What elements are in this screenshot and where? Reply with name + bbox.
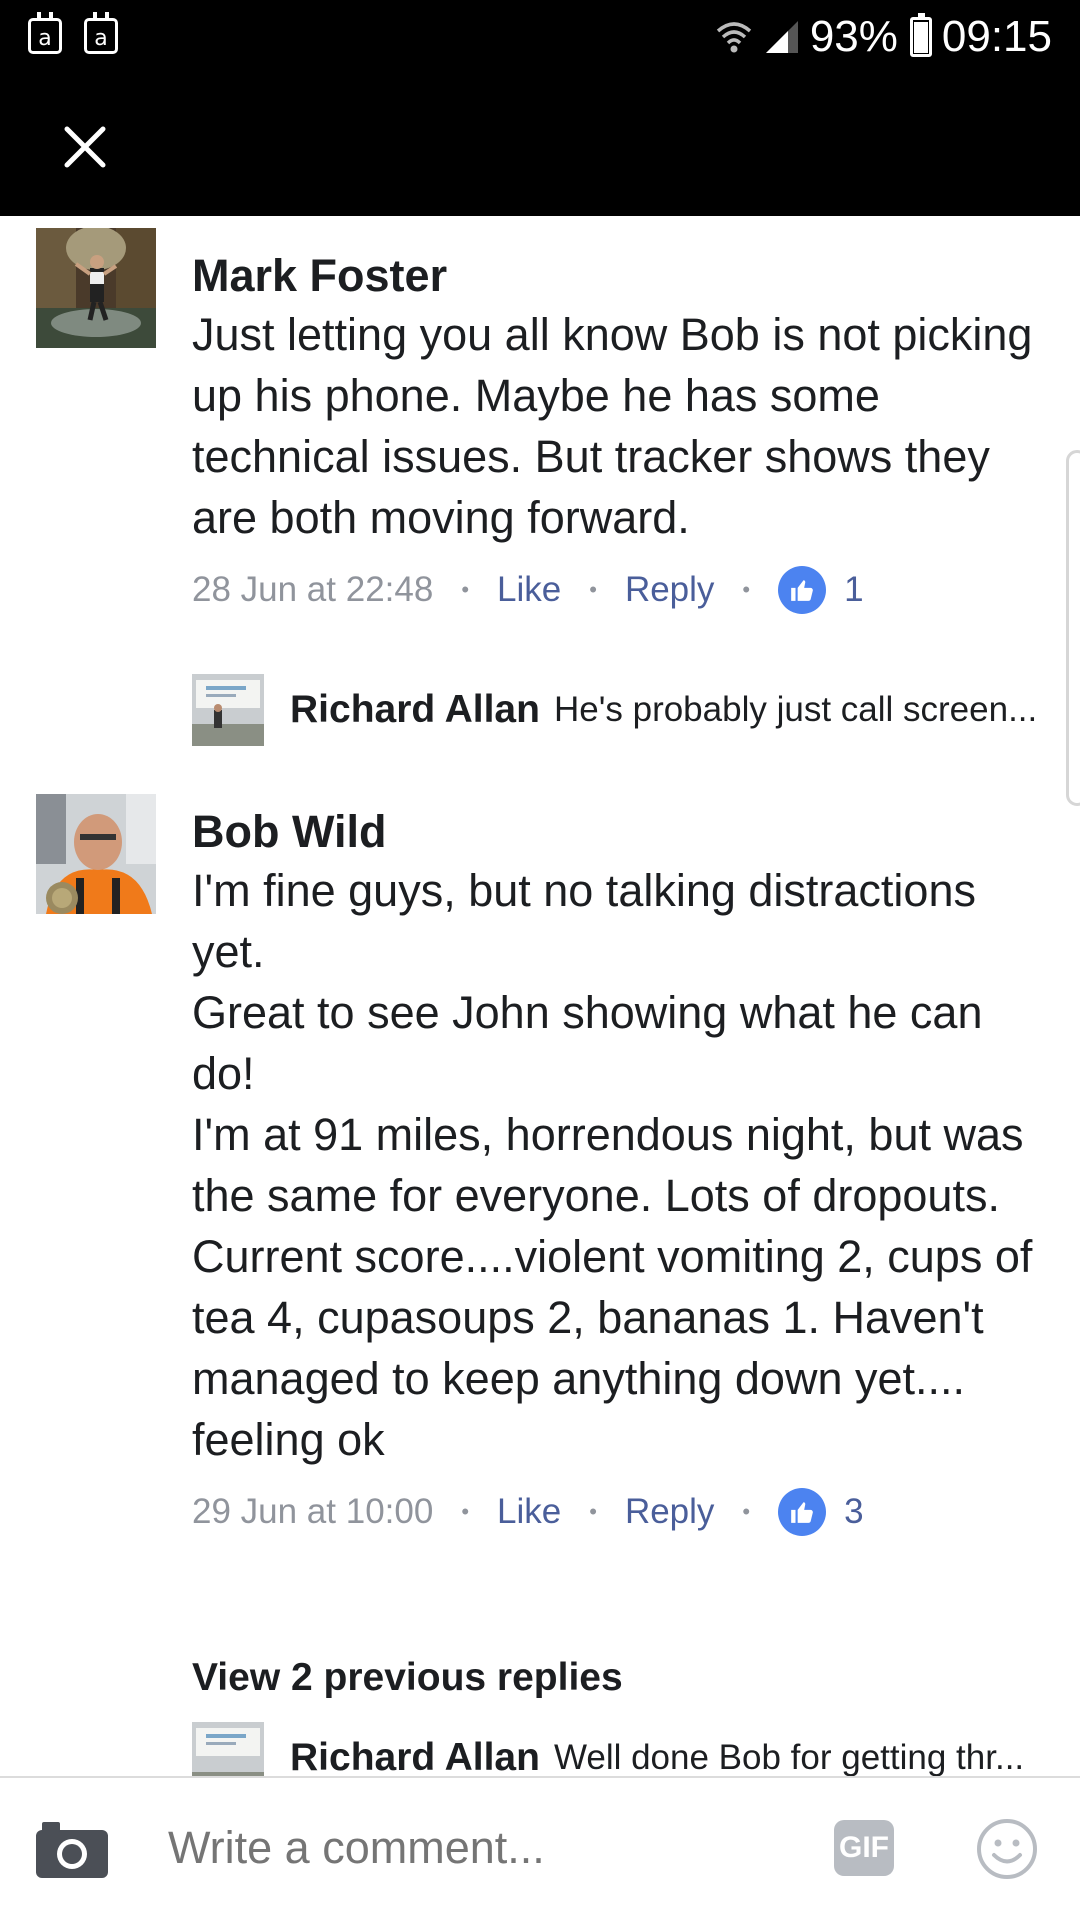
emoji-button[interactable] [976,1818,1038,1880]
comment-composer: GIF [0,1776,1080,1920]
avatar[interactable] [36,228,156,348]
like-count[interactable]: 1 [844,570,863,610]
reply-author[interactable]: Richard Allan [290,688,540,732]
calendar-notification-icon: a [84,12,118,54]
view-previous-replies-link[interactable]: View 2 previous replies [192,1656,623,1700]
separator-dot: • [461,1499,470,1524]
avatar[interactable] [192,1722,264,1776]
top-bar [0,74,1080,216]
reply-preview[interactable]: Richard Allan He's probably just call sc… [192,674,1050,746]
smiley-icon [977,1819,1037,1879]
status-bar: a a 93% 09:15 [0,0,1080,74]
avatar[interactable] [36,794,156,914]
camera-button[interactable] [34,1816,110,1880]
separator-dot: • [742,1499,751,1524]
camera-icon [36,1822,108,1878]
separator-dot: • [589,1499,597,1524]
signal-icon [764,19,800,55]
reply-author[interactable]: Richard Allan [290,1736,540,1776]
like-button[interactable]: Like [497,570,561,610]
calendar-notification-icon: a [28,12,62,54]
notification-icon-glyph: a [94,26,108,51]
comment-meta: 28 Jun at 22:48 • Like • Reply • 1 [192,562,1040,618]
close-button[interactable] [50,112,120,182]
reply-text: Well done Bob for getting thr... [553,1738,1025,1776]
battery-icon [909,13,932,57]
comment-timestamp[interactable]: 28 Jun at 22:48 [192,570,433,610]
comment-timestamp[interactable]: 29 Jun at 10:00 [192,1492,433,1532]
notification-icon-glyph: a [38,26,52,51]
like-count[interactable]: 3 [844,1492,863,1532]
comment-text: I'm fine guys, but no talking distractio… [192,865,1033,1465]
avatar[interactable] [192,674,264,746]
status-indicators: 93% 09:15 [714,12,1052,62]
reply-text: He's probably just call screen... [553,690,1038,729]
separator-dot: • [589,577,597,602]
separator-dot: • [461,577,470,602]
comment-text: Just letting you all know Bob is not pic… [192,309,1033,543]
reply-preview[interactable]: Richard Allan Well done Bob for getting … [192,1722,1050,1776]
comment-author[interactable]: Mark Foster [192,248,1040,304]
comment-author[interactable]: Bob Wild [192,804,1040,860]
like-button[interactable]: Like [497,1492,561,1532]
separator-dot: • [742,577,751,602]
wifi-icon [714,17,754,57]
comment-meta: 29 Jun at 10:00 • Like • Reply • 3 [192,1484,1040,1540]
notification-icons: a a [28,12,118,54]
reply-button[interactable]: Reply [625,1492,714,1532]
thumbs-up-icon[interactable] [778,566,827,614]
comment-body: Mark Foster Just letting you all know Bo… [192,248,1040,618]
close-icon [64,126,106,168]
gif-button[interactable]: GIF [834,1820,894,1876]
comment-input[interactable] [168,1822,788,1874]
battery-percent: 93% [809,12,898,61]
thumbs-up-icon[interactable] [778,1488,827,1536]
comments-list[interactable]: Mark Foster Just letting you all know Bo… [0,216,1080,1776]
clock: 09:15 [941,12,1052,61]
reply-button[interactable]: Reply [625,570,714,610]
scrollbar[interactable] [1066,450,1080,806]
comment-body: Bob Wild I'm fine guys, but no talking d… [192,804,1040,1540]
